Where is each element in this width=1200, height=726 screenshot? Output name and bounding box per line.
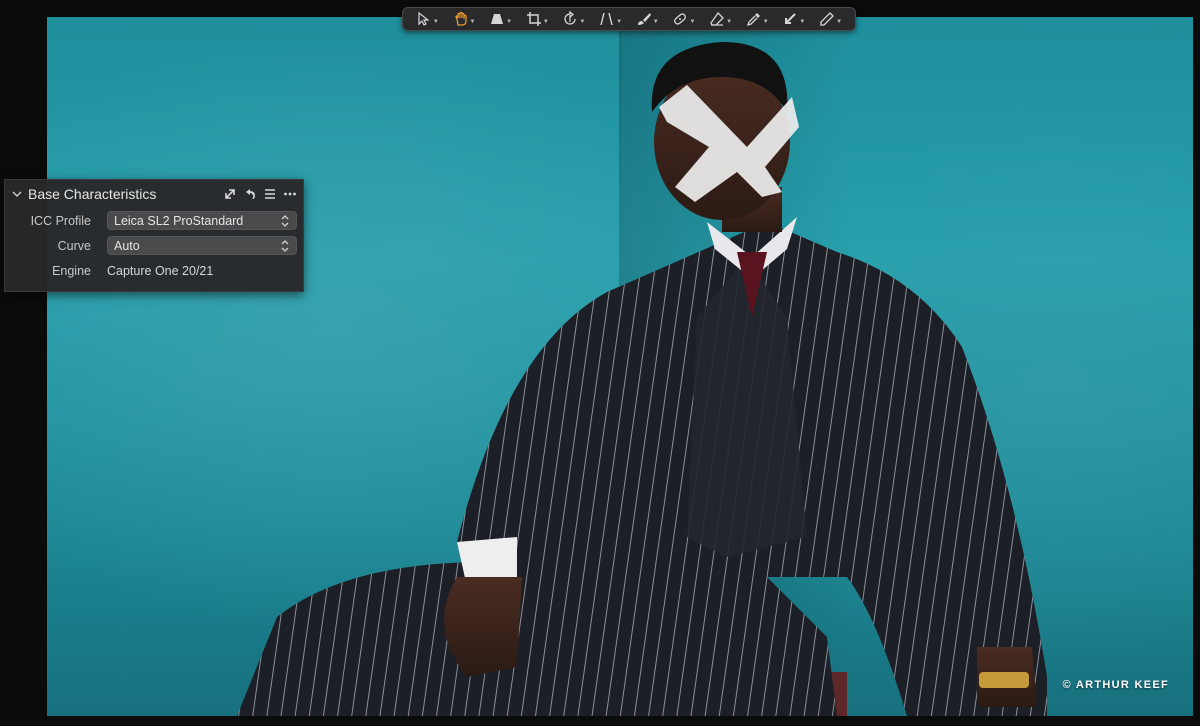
photo-credit: © ARTHUR KEEF — [1062, 679, 1169, 691]
keystone-tool[interactable]: ▼ — [487, 9, 514, 29]
engine-value: Capture One 20/21 — [107, 263, 214, 278]
reset-icon[interactable] — [243, 187, 257, 201]
crop-tool[interactable]: ▼ — [524, 9, 551, 29]
icc-profile-value: Leica SL2 ProStandard — [114, 213, 244, 228]
icc-profile-select[interactable]: Leica SL2 ProStandard — [107, 211, 297, 230]
engine-row: Engine Capture One 20/21 — [5, 258, 303, 283]
portrait-subject — [237, 42, 1047, 716]
select-tool[interactable]: ▼ — [414, 9, 441, 29]
chevron-down-icon: ▼ — [616, 18, 623, 25]
brush-tool[interactable]: ▼ — [634, 9, 661, 29]
curve-value: Auto — [114, 238, 140, 253]
straighten-icon — [600, 12, 613, 26]
cursor-toolbar: ▼ ▼ ▼ ▼ ▼ ▼ ▼ ▼ ▼ ▼ ▼ ▼ — [402, 7, 856, 31]
panel-title: Base Characteristics — [28, 186, 157, 202]
hand-icon — [454, 11, 467, 26]
chevron-down-icon: ▼ — [799, 18, 806, 25]
updown-chevron-icon — [281, 214, 289, 227]
icc-profile-row: ICC Profile Leica SL2 ProStandard — [5, 208, 303, 233]
base-characteristics-panel: Base Characteristics ICC Profile Leica S… — [4, 179, 304, 292]
arrow-cursor-icon — [418, 11, 430, 26]
eraser-icon — [710, 11, 725, 26]
chevron-down-icon: ▼ — [506, 18, 513, 25]
icc-profile-label: ICC Profile — [30, 213, 91, 228]
arrow-pick-icon — [785, 13, 797, 24]
straighten-tool[interactable]: ▼ — [597, 9, 624, 29]
pan-tool[interactable]: ▼ — [451, 9, 478, 29]
chevron-down-icon: ▼ — [579, 18, 586, 25]
chevron-down-icon: ▼ — [469, 18, 476, 25]
panel-header-icons — [223, 187, 297, 201]
presets-menu-icon[interactable] — [263, 187, 277, 201]
panel-header[interactable]: Base Characteristics — [5, 180, 303, 208]
photo-viewer[interactable]: © ARTHUR KEEF — [47, 17, 1193, 716]
eyedropper-icon — [746, 13, 760, 27]
eraser-tool[interactable]: ▼ — [707, 9, 734, 29]
bandage-icon — [674, 13, 687, 25]
engine-label: Engine — [52, 263, 91, 278]
more-options-icon[interactable] — [283, 187, 297, 201]
brush-icon — [637, 13, 651, 25]
chevron-down-icon: ▼ — [432, 18, 439, 25]
color-picker-tool[interactable]: ▼ — [744, 9, 771, 29]
updown-chevron-icon — [281, 239, 289, 252]
pencil-icon — [820, 12, 834, 26]
chevron-down-icon: ▼ — [652, 18, 659, 25]
curve-row: Curve Auto — [5, 233, 303, 258]
expand-icon[interactable] — [223, 187, 237, 201]
chevron-down-icon: ▼ — [689, 18, 696, 25]
keystone-icon — [491, 14, 504, 24]
chevron-down-icon: ▼ — [542, 18, 549, 25]
annotate-tool[interactable]: ▼ — [780, 9, 807, 29]
curve-label: Curve — [57, 238, 91, 253]
crop-icon — [526, 12, 541, 26]
chevron-down-icon: ▼ — [726, 18, 733, 25]
rotate-tool[interactable]: ▼ — [560, 9, 587, 29]
chevron-down-icon: ▼ — [836, 18, 843, 25]
chevron-down-icon[interactable] — [11, 188, 23, 200]
heal-tool[interactable]: ▼ — [670, 9, 697, 29]
draw-tool[interactable]: ▼ — [817, 9, 844, 29]
curve-select[interactable]: Auto — [107, 236, 297, 255]
chevron-down-icon: ▼ — [762, 18, 769, 25]
rotate-icon — [564, 11, 577, 25]
